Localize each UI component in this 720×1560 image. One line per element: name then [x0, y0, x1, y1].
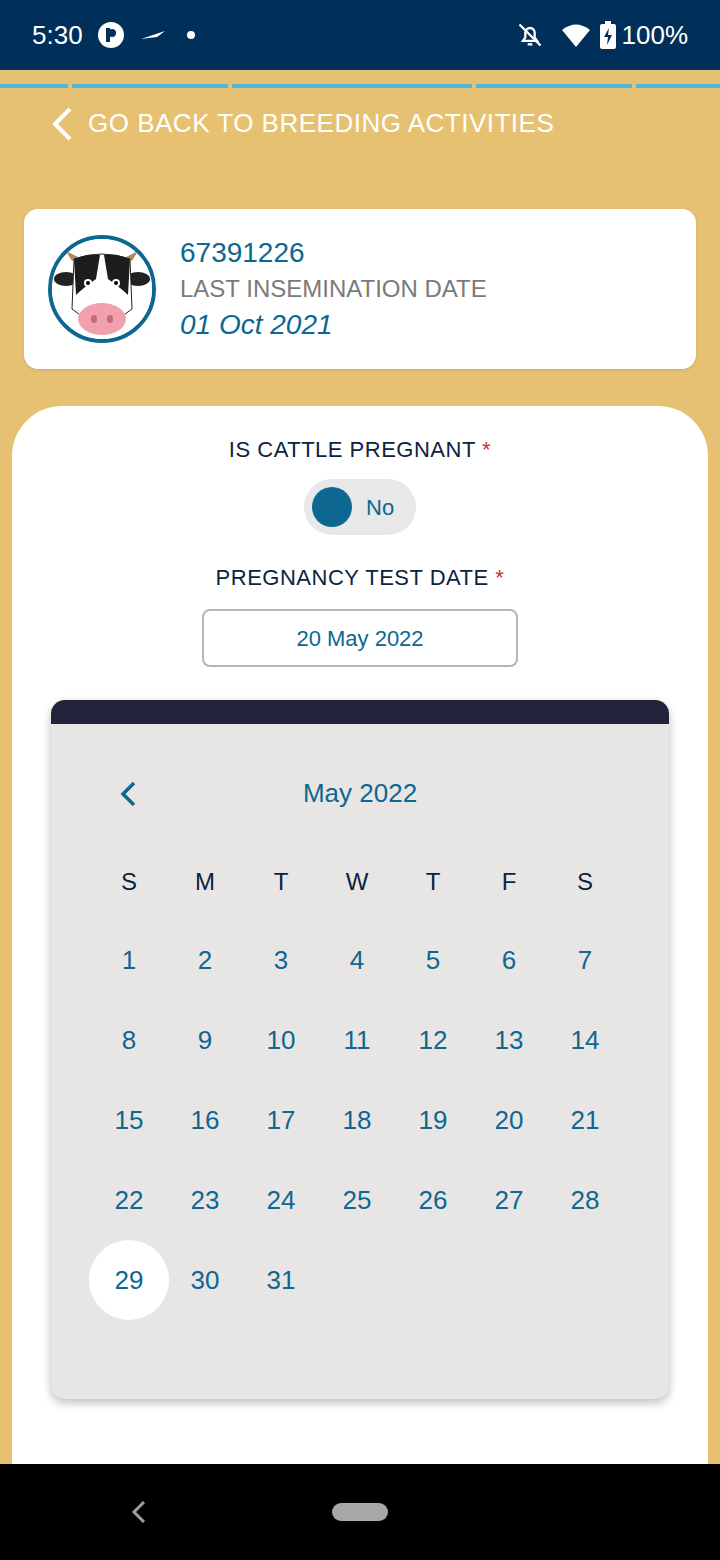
- calendar-day[interactable]: 26: [393, 1160, 473, 1240]
- weekday: W: [319, 864, 395, 900]
- cattle-avatar: [48, 235, 156, 343]
- calendar-day[interactable]: 8: [89, 1000, 169, 1080]
- test-date-input[interactable]: 20 May 2022: [202, 609, 518, 667]
- calendar-day[interactable]: 12: [393, 1000, 473, 1080]
- calendar-day[interactable]: 24: [241, 1160, 321, 1240]
- form-panel: IS CATTLE PREGNANT * No PREGNANCY TEST DAT…: [12, 406, 708, 1464]
- send-icon: [139, 25, 169, 45]
- weekday-row: SMTWTFS: [51, 844, 669, 920]
- calendar-day[interactable]: 23: [165, 1160, 245, 1240]
- calendar-day[interactable]: 1: [89, 920, 169, 1000]
- cattle-card: 67391226LAST INSEMINATION DATE01 Oct 202…: [24, 209, 696, 369]
- weekday: S: [547, 864, 623, 900]
- calendar-day[interactable]: 3: [241, 920, 321, 1000]
- calendar-day[interactable]: 22: [89, 1160, 169, 1240]
- dot-icon: [187, 31, 195, 39]
- chevron-left-icon: [50, 106, 74, 142]
- calendar: May 2022SMTWTFS1234567891011121314151617…: [51, 700, 669, 1399]
- calendar-day[interactable]: 10: [241, 1000, 321, 1080]
- calendar-day[interactable]: 30: [165, 1240, 245, 1320]
- nav-back-icon[interactable]: [130, 1499, 148, 1525]
- weekday: T: [395, 864, 471, 900]
- calendar-day[interactable]: 4: [317, 920, 397, 1000]
- calendar-month-row: May 2022: [51, 774, 669, 810]
- insemination-date: 01 Oct 2021: [180, 307, 487, 343]
- calendar-day[interactable]: 17: [241, 1080, 321, 1160]
- calendar-day[interactable]: 29: [89, 1240, 169, 1320]
- calendar-day[interactable]: 18: [317, 1080, 397, 1160]
- calendar-header-strip: [51, 700, 669, 724]
- navigation-bar: [0, 1464, 720, 1560]
- cattle-id: 67391226: [180, 235, 487, 271]
- test-date-label: PREGNANCY TEST DATE *: [216, 564, 505, 592]
- calendar-day[interactable]: 16: [165, 1080, 245, 1160]
- pregnant-toggle[interactable]: No: [304, 479, 416, 535]
- calendar-day[interactable]: 21: [545, 1080, 625, 1160]
- calendar-day[interactable]: 6: [469, 920, 549, 1000]
- calendar-day[interactable]: 2: [165, 920, 245, 1000]
- status-bar: 5:30 100%: [0, 0, 720, 70]
- calendar-day[interactable]: 28: [545, 1160, 625, 1240]
- calendar-day[interactable]: 5: [393, 920, 473, 1000]
- date-label: LAST INSEMINATION DATE: [180, 271, 487, 307]
- calendar-day[interactable]: 7: [545, 920, 625, 1000]
- main: GO BACK TO BREEDING ACTIVITIES67391226LA…: [0, 70, 720, 1464]
- weekday: S: [91, 864, 167, 900]
- calendar-day[interactable]: 9: [165, 1000, 245, 1080]
- status-time: 5:30: [32, 16, 83, 55]
- battery-icon: [600, 21, 616, 49]
- notifications-off-icon: [516, 21, 544, 49]
- calendar-day[interactable]: 11: [317, 1000, 397, 1080]
- calendar-day[interactable]: 25: [317, 1160, 397, 1240]
- back-link[interactable]: GO BACK TO BREEDING ACTIVITIES: [0, 104, 720, 143]
- home-pill-icon[interactable]: [332, 1503, 388, 1521]
- calendar-day[interactable]: 27: [469, 1160, 549, 1240]
- calendar-day[interactable]: 14: [545, 1000, 625, 1080]
- calendar-day[interactable]: 31: [241, 1240, 321, 1320]
- pregnant-label: IS CATTLE PREGNANT *: [229, 436, 491, 464]
- cow-icon: [52, 239, 152, 339]
- calendar-day[interactable]: 15: [89, 1080, 169, 1160]
- app: 5:30 100% GO BACK TO BREEDING ACTIVITIES 67…: [0, 0, 720, 1560]
- progress-segments: [0, 84, 720, 88]
- days-grid: 1234567891011121314151617181920212223242…: [51, 920, 669, 1320]
- calendar-day[interactable]: 20: [469, 1080, 549, 1160]
- previous-month-icon[interactable]: [117, 779, 141, 809]
- calendar-day[interactable]: 19: [393, 1080, 473, 1160]
- toggle-knob: [312, 487, 352, 527]
- weekday: F: [471, 864, 547, 900]
- battery-level: 100%: [622, 16, 689, 55]
- weekday: M: [167, 864, 243, 900]
- app-notification-icon: [97, 21, 125, 49]
- calendar-day[interactable]: 13: [469, 1000, 549, 1080]
- weekday: T: [243, 864, 319, 900]
- wifi-icon: [560, 21, 592, 49]
- calendar-month: May 2022: [303, 774, 417, 813]
